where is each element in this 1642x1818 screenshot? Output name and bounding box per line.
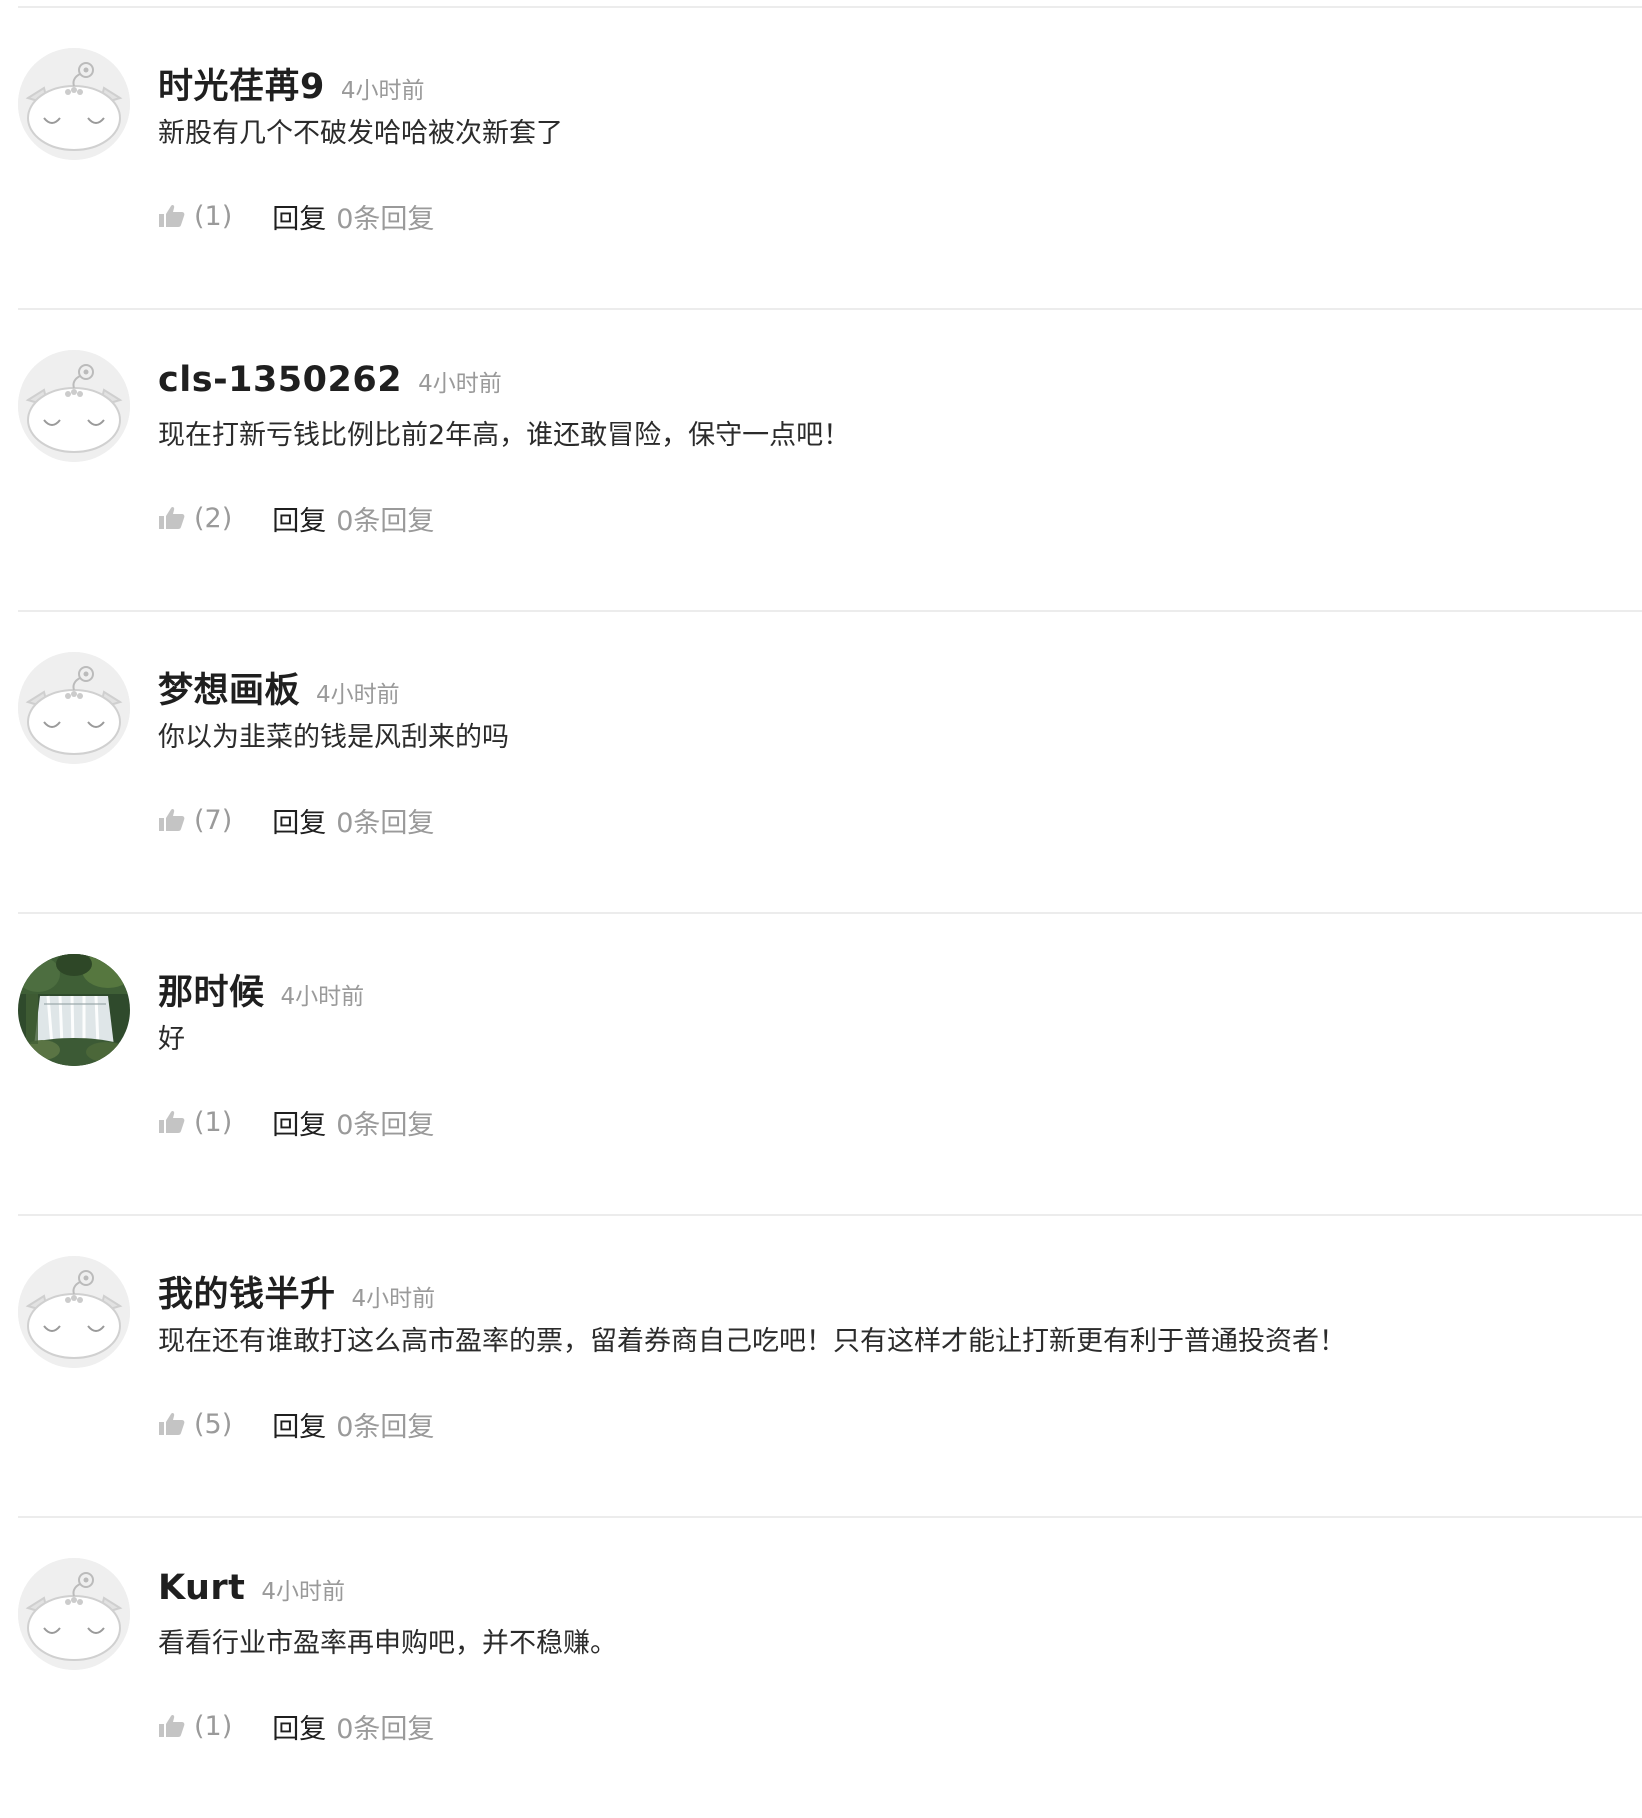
- thumbs-up-icon: [159, 1110, 185, 1133]
- comment-text: 现在还有谁敢打这么高市盈率的票，留着券商自己吃吧！只有这样才能让打新更有利于普通…: [158, 1326, 1346, 1357]
- avatar[interactable]: [18, 350, 130, 462]
- username[interactable]: cls-1350262: [158, 360, 402, 400]
- default-avatar-icon: [18, 1256, 130, 1368]
- username[interactable]: 我的钱半升: [158, 1266, 336, 1317]
- default-avatar-icon: [18, 48, 130, 160]
- comment-text: 你以为韭菜的钱是风刮来的吗: [158, 722, 509, 753]
- timestamp: 4小时前: [340, 78, 425, 104]
- reply-count-link[interactable]: 0条回复: [336, 1707, 434, 1746]
- default-avatar-icon: [18, 652, 130, 764]
- timestamp: 4小时前: [261, 1579, 346, 1605]
- timestamp: 4小时前: [418, 371, 502, 397]
- comment-content: 梦想画板 4小时前 你以为韭菜的钱是风刮来的吗 (7) 回复 0条回复: [158, 662, 1642, 839]
- avatar[interactable]: [18, 652, 130, 764]
- reply-count-link[interactable]: 0条回复: [336, 801, 434, 840]
- like-count: (7): [194, 804, 233, 836]
- like-count: (1): [194, 200, 233, 232]
- reply-count-link[interactable]: 0条回复: [336, 1103, 434, 1142]
- comment-header: 梦想画板 4小时前: [158, 662, 1642, 711]
- comment-actions: (1) 回复 0条回复: [158, 1103, 434, 1142]
- comment-text: 新股有几个不破发哈哈被次新套了: [158, 118, 563, 149]
- comment-item: 我的钱半升 4小时前 现在还有谁敢打这么高市盈率的票，留着券商自己吃吧！只有这样…: [18, 1216, 1642, 1518]
- default-avatar-icon: [18, 1558, 130, 1670]
- like-button[interactable]: (7): [158, 805, 232, 836]
- like-count: (2): [194, 502, 233, 534]
- like-button[interactable]: (5): [158, 1409, 232, 1440]
- comment-item: 时光荏苒9 4小时前 新股有几个不破发哈哈被次新套了 (1) 回复 0条回复: [18, 8, 1642, 310]
- comment-content: Kurt 4小时前 看看行业市盈率再申购吧，并不稳赚。 (1) 回复 0条回复: [158, 1568, 1642, 1745]
- username[interactable]: 时光荏苒9: [158, 58, 325, 109]
- username[interactable]: 那时候: [158, 964, 265, 1015]
- comment-actions: (1) 回复 0条回复: [158, 1707, 434, 1746]
- comment-actions: (5) 回复 0条回复: [158, 1405, 434, 1444]
- comment-item: Kurt 4小时前 看看行业市盈率再申购吧，并不稳赚。 (1) 回复 0条回复: [18, 1518, 1642, 1818]
- timestamp: 4小时前: [351, 1286, 436, 1312]
- comment-header: 那时候 4小时前: [158, 964, 1642, 1013]
- comment-text: 好: [158, 1024, 185, 1055]
- comment-content: 我的钱半升 4小时前 现在还有谁敢打这么高市盈率的票，留着券商自己吃吧！只有这样…: [158, 1266, 1642, 1443]
- avatar[interactable]: [18, 1256, 130, 1368]
- reply-button[interactable]: 回复: [272, 1405, 326, 1444]
- thumbs-up-icon: [159, 506, 185, 529]
- comment-actions: (7) 回复 0条回复: [158, 801, 434, 840]
- avatar[interactable]: [18, 1558, 130, 1670]
- comment-content: 时光荏苒9 4小时前 新股有几个不破发哈哈被次新套了 (1) 回复 0条回复: [158, 58, 1642, 235]
- reply-count-link[interactable]: 0条回复: [336, 1405, 434, 1444]
- avatar[interactable]: [18, 954, 130, 1066]
- like-button[interactable]: (1): [158, 1107, 232, 1138]
- like-button[interactable]: (2): [158, 503, 232, 534]
- username[interactable]: 梦想画板: [158, 662, 300, 713]
- like-count: (5): [194, 1408, 233, 1440]
- timestamp: 4小时前: [316, 682, 400, 708]
- reply-button[interactable]: 回复: [272, 1103, 326, 1142]
- comment-actions: (2) 回复 0条回复: [158, 499, 434, 538]
- reply-button[interactable]: 回复: [272, 197, 326, 236]
- like-count: (1): [194, 1710, 233, 1742]
- comment-actions: (1) 回复 0条回复: [158, 197, 434, 236]
- thumbs-up-icon: [159, 1412, 185, 1435]
- timestamp: 4小时前: [280, 984, 365, 1010]
- comment-header: 时光荏苒9 4小时前: [158, 58, 1642, 107]
- comment-list: 时光荏苒9 4小时前 新股有几个不破发哈哈被次新套了 (1) 回复 0条回复 c…: [18, 8, 1642, 1818]
- thumbs-up-icon: [159, 808, 185, 831]
- comment-content: cls-1350262 4小时前 现在打新亏钱比例比前2年高，谁还敢冒险，保守一…: [158, 360, 1642, 537]
- like-button[interactable]: (1): [158, 201, 232, 232]
- comment-item: 那时候 4小时前 好 (1) 回复 0条回复: [18, 914, 1642, 1216]
- comment-item: cls-1350262 4小时前 现在打新亏钱比例比前2年高，谁还敢冒险，保守一…: [18, 310, 1642, 612]
- comment-header: Kurt 4小时前: [158, 1568, 1642, 1612]
- comment-header: 我的钱半升 4小时前: [158, 1266, 1642, 1315]
- like-button[interactable]: (1): [158, 1711, 232, 1742]
- comment-content: 那时候 4小时前 好 (1) 回复 0条回复: [158, 964, 1642, 1141]
- reply-button[interactable]: 回复: [272, 499, 326, 538]
- reply-count-link[interactable]: 0条回复: [336, 197, 434, 236]
- avatar[interactable]: [18, 48, 130, 160]
- username[interactable]: Kurt: [158, 1568, 245, 1608]
- reply-count-link[interactable]: 0条回复: [336, 499, 434, 538]
- reply-button[interactable]: 回复: [272, 801, 326, 840]
- thumbs-up-icon: [159, 1714, 185, 1737]
- comment-header: cls-1350262 4小时前: [158, 360, 1642, 404]
- comment-text: 看看行业市盈率再申购吧，并不稳赚。: [158, 1628, 617, 1659]
- waterfall-photo-icon: [18, 954, 130, 1066]
- thumbs-up-icon: [159, 204, 185, 227]
- reply-button[interactable]: 回复: [272, 1707, 326, 1746]
- default-avatar-icon: [18, 350, 130, 462]
- comment-item: 梦想画板 4小时前 你以为韭菜的钱是风刮来的吗 (7) 回复 0条回复: [18, 612, 1642, 914]
- like-count: (1): [194, 1106, 233, 1138]
- comment-text: 现在打新亏钱比例比前2年高，谁还敢冒险，保守一点吧！: [158, 420, 851, 451]
